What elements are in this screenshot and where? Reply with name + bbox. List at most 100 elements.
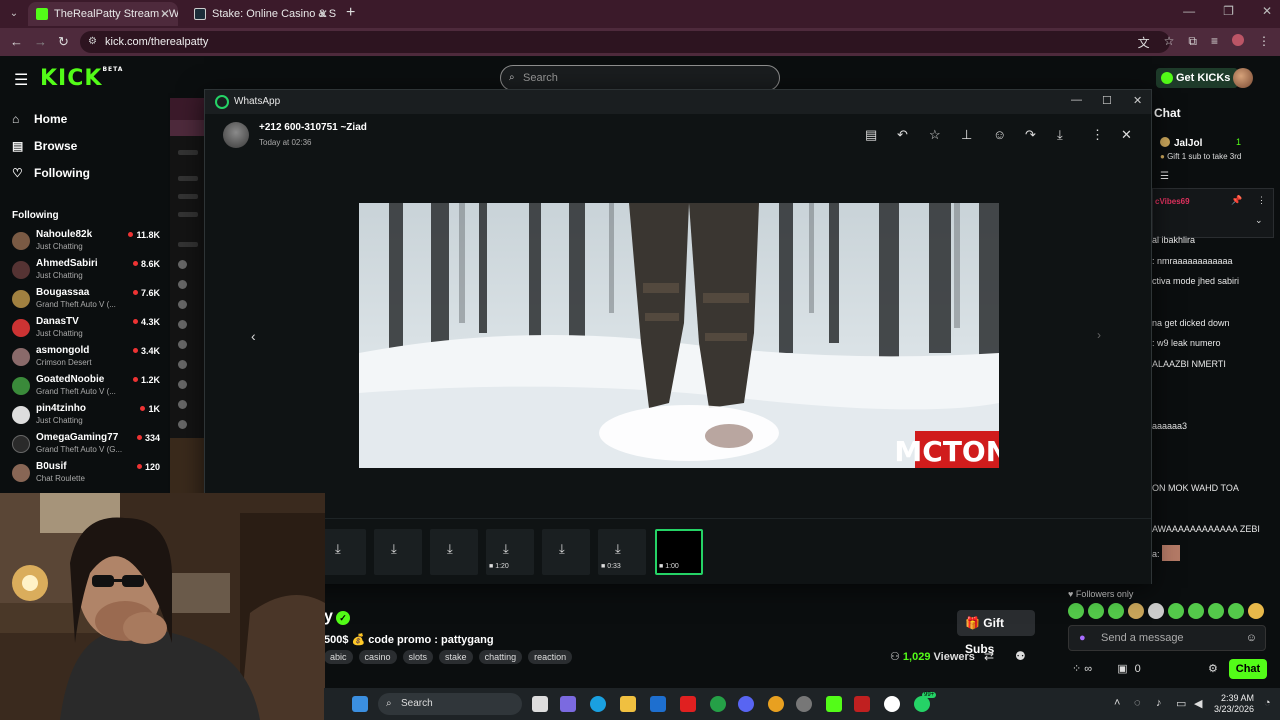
forward-icon[interactable]: ↷	[1025, 127, 1036, 143]
react-emoji-icon[interactable]: ☺	[993, 127, 1006, 142]
forward-icon[interactable]: →	[34, 34, 47, 49]
download-icon[interactable]: ⤓	[391, 541, 397, 557]
emote-icon[interactable]	[1068, 603, 1084, 619]
following-channel[interactable]: GoatedNoobie Grand Theft Auto V (... 1.2K	[12, 373, 162, 401]
contact-avatar[interactable]	[223, 122, 249, 148]
taskbar-search[interactable]: ⌕ Search	[378, 693, 522, 715]
discord-icon[interactable]	[738, 696, 754, 712]
close-icon[interactable]: ✕	[1262, 4, 1272, 18]
emote-icon[interactable]	[1168, 603, 1184, 619]
show-hidden-icons[interactable]: ˄	[1114, 697, 1120, 709]
emote-icon[interactable]	[1128, 603, 1144, 619]
site-info-icon[interactable]: ⚙	[88, 31, 97, 53]
more-icon[interactable]: ⋮	[1257, 195, 1266, 206]
profile-avatar[interactable]	[1232, 34, 1244, 46]
tag[interactable]: slots	[402, 650, 434, 664]
send-chat-button[interactable]: Chat	[1229, 659, 1267, 679]
follow-icon[interactable]: ⚉	[1015, 649, 1026, 663]
extensions-icon[interactable]: ⧉	[1188, 34, 1197, 51]
following-channel[interactable]: Bougassaa Grand Theft Auto V (... 7.6K	[12, 286, 162, 314]
reply-icon[interactable]: ↶	[897, 127, 908, 143]
store-icon[interactable]: ▣	[1117, 663, 1127, 675]
tab-stake[interactable]: Stake: Online Casino & Sports B ✕	[186, 2, 336, 26]
bookmark-star-icon[interactable]: ☆	[1164, 34, 1175, 51]
chevron-down-icon[interactable]: ⌄	[1255, 215, 1263, 226]
download-icon[interactable]: ⤓	[559, 541, 565, 557]
close-icon[interactable]: ✕	[1133, 94, 1142, 107]
gift-subs-button[interactable]: 🎁 Gift Subs	[957, 610, 1035, 656]
edge-icon[interactable]	[590, 696, 606, 712]
address-bar[interactable]: ⚙ kick.com/therealpatty	[80, 31, 1170, 53]
tab-search-icon[interactable]: ⌄	[6, 6, 22, 22]
get-kicks-button[interactable]: Get KICKs	[1156, 68, 1239, 88]
close-tab-icon[interactable]: ✕	[160, 2, 170, 26]
whatsapp-taskbar-icon[interactable]	[914, 696, 930, 712]
following-channel[interactable]: B0usif Chat Roulette 120	[12, 460, 162, 488]
download-icon[interactable]: ⤓	[615, 541, 621, 557]
sidebar-item-following[interactable]: ♡ Following	[12, 166, 90, 180]
emoji-icon[interactable]: ☺	[1246, 626, 1257, 650]
tag[interactable]: chatting	[478, 650, 523, 664]
onedrive-icon[interactable]: ◌	[1134, 697, 1141, 709]
pin-icon[interactable]: 📌	[1231, 195, 1242, 206]
emote-icon[interactable]	[1248, 603, 1264, 619]
kick-logo[interactable]: KICKBETA	[40, 66, 123, 91]
emote-icon[interactable]	[1208, 603, 1224, 619]
close-tab-icon[interactable]: ✕	[318, 2, 328, 26]
settings-icon[interactable]	[796, 696, 812, 712]
minimize-icon[interactable]: —	[1071, 94, 1082, 106]
emote-icon[interactable]	[1108, 603, 1124, 619]
translate-icon[interactable]: 文	[1138, 34, 1150, 51]
microphone-icon[interactable]: ♪	[1156, 697, 1162, 709]
file-explorer-icon[interactable]	[620, 696, 636, 712]
download-icon[interactable]: ⤓	[447, 541, 453, 557]
microphone-icon[interactable]: ●	[1079, 626, 1086, 650]
emote-icon[interactable]	[1228, 603, 1244, 619]
obs-icon[interactable]	[884, 696, 900, 712]
media-thumbnail[interactable]: ⤓ ■ 1:20	[486, 529, 534, 575]
volume-icon[interactable]: ◀	[1194, 697, 1202, 710]
download-icon[interactable]: ⤓	[503, 541, 509, 557]
emote-icon[interactable]	[1188, 603, 1204, 619]
download-icon[interactable]: ⤓	[1057, 127, 1063, 143]
reading-list-icon[interactable]: ≡	[1211, 34, 1218, 51]
pin-icon[interactable]: ⊥	[961, 127, 972, 143]
following-channel[interactable]: DanasTV Just Chatting 4.3K	[12, 315, 162, 343]
emote-icon[interactable]	[1088, 603, 1104, 619]
maximize-icon[interactable]: ☐	[1102, 94, 1112, 107]
media-thumbnail[interactable]: ⤓	[542, 529, 590, 575]
system-clock[interactable]: 2:39 AM 3/23/2026	[1214, 693, 1254, 715]
previous-media-icon[interactable]: ‹	[251, 328, 256, 344]
following-channel[interactable]: OmegaGaming77 Grand Theft Auto V (G... 334	[12, 431, 162, 459]
sidebar-item-browse[interactable]: ▤ Browse	[12, 139, 77, 153]
close-viewer-icon[interactable]: ✕	[1121, 127, 1132, 143]
download-icon[interactable]: ⤓	[335, 541, 341, 557]
mcafee-icon[interactable]	[854, 696, 870, 712]
gear-icon[interactable]: ⚙	[1208, 662, 1218, 675]
network-icon[interactable]: ▭	[1176, 697, 1186, 710]
following-channel[interactable]: Nahoule82k Just Chatting 11.8K	[12, 228, 162, 256]
pinned-message[interactable]: cVibes69 📌 ⋮ ⌄	[1152, 188, 1274, 238]
outlook-icon[interactable]	[650, 696, 666, 712]
share-icon[interactable]: ⇄	[984, 649, 994, 663]
notifications-icon[interactable]: ◔	[1264, 697, 1271, 709]
media-thumbnail[interactable]: ⤓	[374, 529, 422, 575]
minimize-icon[interactable]: —	[1183, 4, 1195, 18]
gift-leader[interactable]: JalJol	[1160, 137, 1202, 149]
sidebar-item-home[interactable]: ⌂ Home	[12, 112, 67, 126]
kick-app-icon[interactable]	[826, 696, 842, 712]
task-view-icon[interactable]	[532, 696, 548, 712]
kick-search-input[interactable]: ⌕ Search	[500, 65, 780, 91]
xbox-icon[interactable]	[710, 696, 726, 712]
user-avatar[interactable]	[1233, 68, 1253, 88]
next-media-icon[interactable]: ›	[1097, 328, 1101, 342]
back-icon[interactable]: ←	[10, 34, 23, 49]
tag[interactable]: reaction	[528, 650, 573, 664]
star-icon[interactable]: ☆	[929, 127, 941, 143]
reload-icon[interactable]: ↻	[58, 34, 69, 50]
media-thumbnail[interactable]: ⤓ ■ 0:33	[598, 529, 646, 575]
media-thumbnail-selected[interactable]: ■ 1:00	[655, 529, 703, 575]
more-icon[interactable]: ⋮	[1091, 127, 1104, 143]
tag[interactable]: casino	[358, 650, 397, 664]
filter-icon[interactable]: ☰	[1160, 171, 1169, 182]
